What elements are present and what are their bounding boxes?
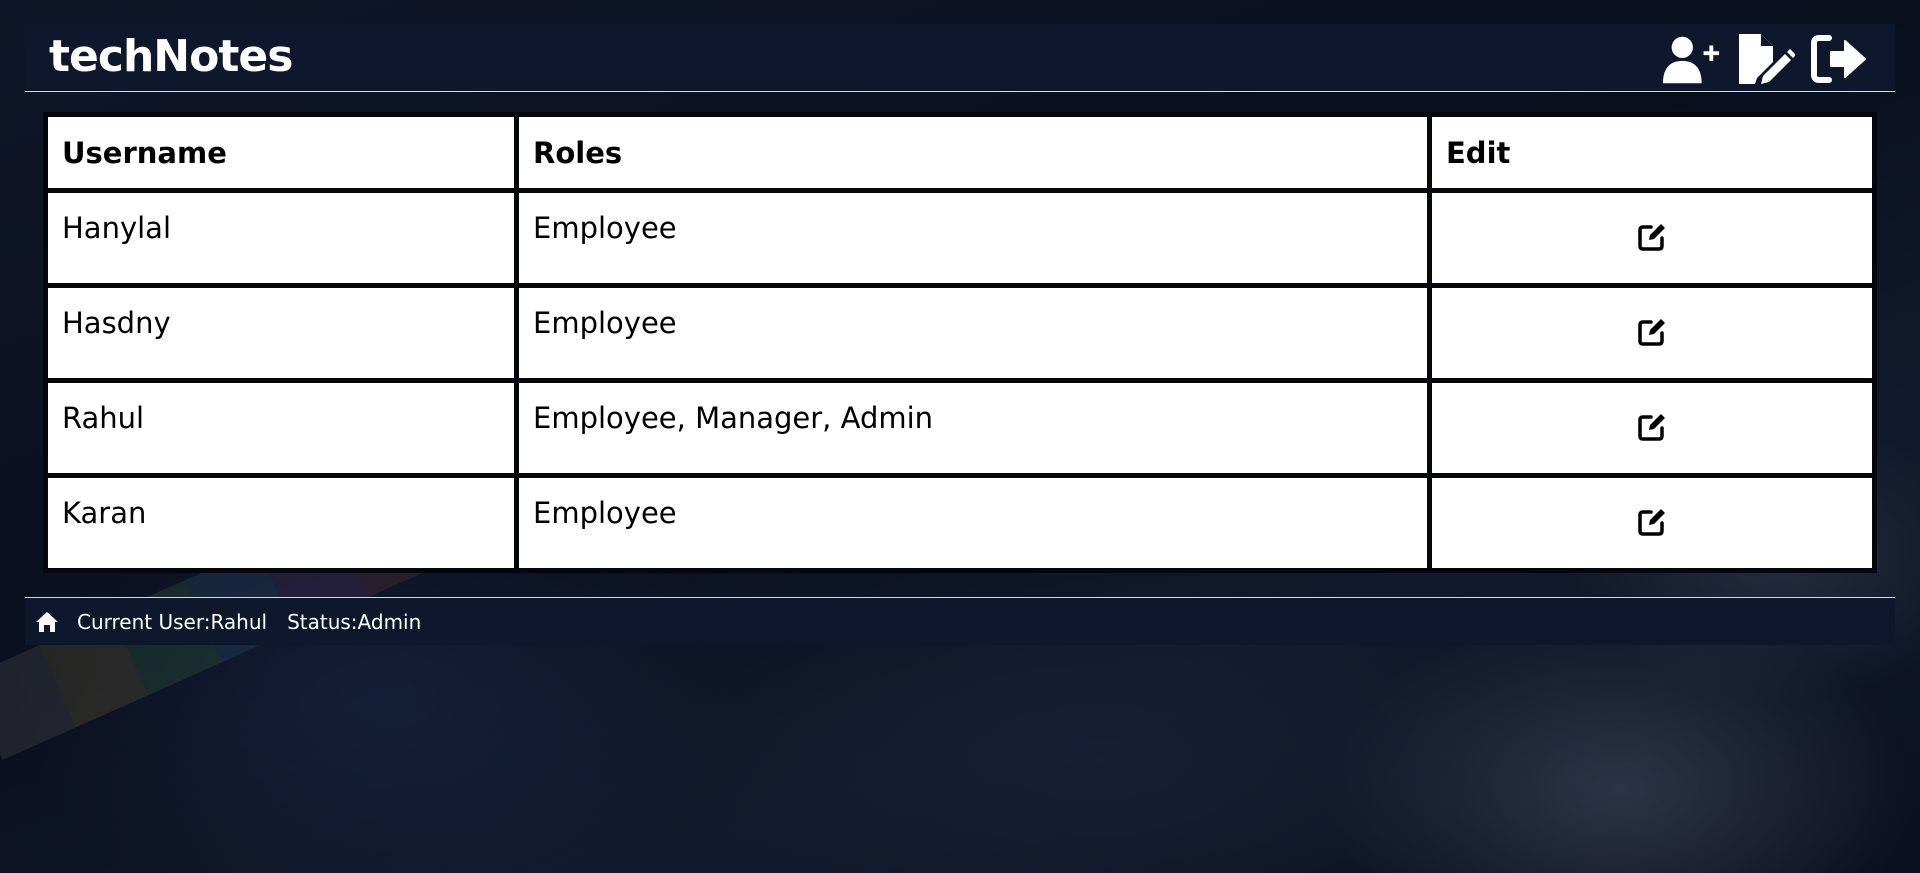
pen-to-square-icon	[1638, 413, 1665, 441]
table-row: Hanylal Employee	[48, 193, 1872, 283]
status-footer: Current User:Rahul Status:Admin	[25, 597, 1895, 645]
users-table: Username Roles Edit Hanylal Employee Has…	[43, 112, 1877, 573]
top-bar: techNotes	[25, 24, 1895, 92]
logout-icon	[1811, 35, 1866, 83]
add-user-button[interactable]	[1661, 34, 1721, 84]
pen-to-square-icon	[1638, 318, 1665, 346]
table-row: Rahul Employee, Manager, Admin	[48, 383, 1872, 473]
home-icon	[36, 611, 58, 632]
file-pen-icon	[1739, 34, 1795, 84]
edit-user-button[interactable]	[1632, 312, 1672, 352]
current-user-label: Current User:Rahul	[77, 609, 268, 634]
header-actions	[1661, 34, 1869, 84]
roles-cell: Employee	[519, 478, 1427, 568]
column-header-roles: Roles	[519, 117, 1427, 188]
users-table-container: Username Roles Edit Hanylal Employee Has…	[43, 112, 1877, 573]
roles-cell: Employee	[519, 288, 1427, 378]
roles-cell: Employee, Manager, Admin	[519, 383, 1427, 473]
username-cell: Rahul	[48, 383, 514, 473]
username-cell: Hanylal	[48, 193, 514, 283]
edit-user-button[interactable]	[1632, 407, 1672, 447]
table-row: Karan Employee	[48, 478, 1872, 568]
edit-cell	[1432, 383, 1872, 473]
edit-cell	[1432, 193, 1872, 283]
table-row: Hasdny Employee	[48, 288, 1872, 378]
status-label: Status:Admin	[287, 609, 422, 634]
username-cell: Karan	[48, 478, 514, 568]
pen-to-square-icon	[1638, 223, 1665, 251]
logout-button[interactable]	[1809, 34, 1869, 84]
edit-cell	[1432, 288, 1872, 378]
pen-to-square-icon	[1638, 508, 1665, 536]
column-header-username: Username	[48, 117, 514, 188]
username-cell: Hasdny	[48, 288, 514, 378]
column-header-edit: Edit	[1432, 117, 1872, 188]
roles-cell: Employee	[519, 193, 1427, 283]
table-header-row: Username Roles Edit	[48, 117, 1872, 188]
edit-user-button[interactable]	[1632, 217, 1672, 257]
home-button[interactable]	[35, 611, 59, 633]
edit-user-button[interactable]	[1632, 502, 1672, 542]
new-note-button[interactable]	[1735, 34, 1795, 84]
edit-cell	[1432, 478, 1872, 568]
user-plus-icon	[1662, 36, 1720, 84]
app-title[interactable]: techNotes	[49, 31, 293, 84]
